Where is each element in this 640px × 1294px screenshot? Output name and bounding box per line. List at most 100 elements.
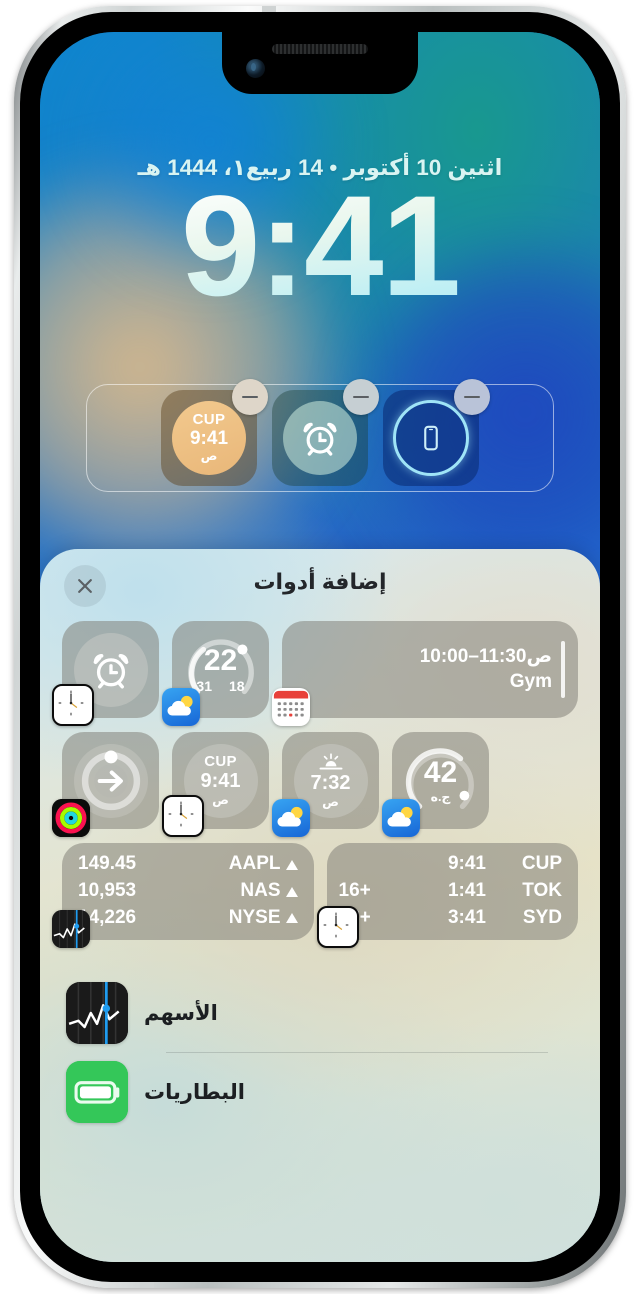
stocks-app-icon [66, 982, 128, 1044]
app-name: البطاريات [144, 1080, 245, 1104]
stock-symbol-group: NAS [240, 878, 298, 905]
remove-widget-button[interactable] [232, 379, 268, 415]
sheet-title: إضافة أدوات [253, 569, 387, 594]
stocks-chart-icon [66, 982, 128, 1044]
widget-card-sunrise[interactable]: 7:32 ص [272, 732, 379, 837]
clock-time: 3:41 [447, 906, 486, 928]
clock-time: 9:41 [447, 853, 486, 875]
table-row: 16+ 1:41 TOK [339, 878, 563, 905]
trend-up-icon [285, 886, 298, 897]
widget-card-alarm[interactable] [52, 621, 159, 726]
table-row: 10,953 NAS [78, 878, 298, 905]
lock-widget-find-my[interactable] [383, 379, 490, 486]
weather-app-icon [382, 799, 420, 837]
temperature-high: 31 [196, 677, 212, 694]
alarm-dial [283, 401, 357, 475]
stock-symbol-group: AAPL [229, 851, 298, 878]
widget-row-2: CUP 9:41 ص 7:32 ص 42 ج.ه [52, 732, 578, 837]
fitness-app-icon [52, 799, 90, 837]
world-clock-time: 9:41 [200, 770, 241, 793]
sunrise-icon [319, 753, 342, 770]
minus-icon [242, 395, 258, 399]
stock-symbol-group: NYSE [229, 905, 298, 932]
front-camera [246, 59, 265, 78]
earpiece-speaker [272, 44, 368, 54]
weather-app-icon [272, 799, 310, 837]
alarm-clock-icon [303, 422, 337, 456]
lock-screen-widget-row[interactable]: CUP 9:41 ص [86, 379, 554, 492]
clock-app-icon [162, 795, 204, 837]
temperature-range: 31 18 [196, 678, 244, 694]
air-quality-value: 42 [423, 755, 458, 789]
lock-widget-alarm[interactable] [272, 379, 379, 486]
clock-time: 1:41 [447, 880, 486, 902]
calendar-event-accent-bar [561, 641, 565, 698]
widget-row-3: 149.45 AAPL 10,953 NAS 14,226 NYSE 9:41 … [52, 843, 579, 948]
stock-value: 10,953 [78, 880, 137, 902]
world-clock-time: 9:41 [189, 428, 229, 450]
weather-sun-cloud-icon [387, 806, 413, 827]
clock-face-icon [57, 689, 85, 717]
air-quality-unit: ج.ه [430, 789, 451, 804]
arrow-right-icon [97, 770, 123, 791]
remove-widget-button[interactable] [454, 379, 490, 415]
table-row: 149.45 AAPL [78, 851, 298, 878]
clock-app-icon [52, 684, 94, 726]
sunrise-time: 7:32 [310, 772, 351, 795]
list-item-batteries[interactable]: البطاريات [66, 1053, 574, 1131]
batteries-app-icon [66, 1061, 128, 1123]
world-clock-city: CUP [204, 752, 237, 770]
world-clock-meridiem: ص [200, 448, 218, 463]
sunrise-meridiem: ص [322, 794, 339, 809]
trend-up-icon [285, 913, 298, 924]
calendar-event-time: 10:00–11:30ص [419, 645, 552, 667]
widget-card-air-quality[interactable]: 42 ج.ه [382, 732, 489, 837]
lock-widget-world-clock[interactable]: CUP 9:41 ص [161, 379, 268, 486]
table-row: 18+ 3:41 SYD [339, 905, 563, 932]
device-bezel: اثنين 10 أكتوبر • 14 ربيع١، 1444 هـ 9:41… [20, 12, 620, 1282]
stocks-chart-icon [52, 910, 90, 948]
world-clock-table: 9:41 CUP 16+ 1:41 TOK 18+ 3:41 [327, 851, 579, 932]
weather-app-icon [162, 688, 200, 726]
calendar-event-text: 10:00–11:30ص Gym [420, 645, 552, 694]
temperature-low: 18 [229, 677, 245, 694]
clock-face-icon [321, 911, 350, 939]
list-item-stocks[interactable]: الأسهم [66, 974, 574, 1052]
clock-app-icon [316, 906, 359, 948]
clock-face-icon [167, 800, 195, 828]
device-notch [222, 32, 418, 94]
widget-app-list: الأسهم البطاريات [40, 974, 600, 1131]
world-clock-meridiem: ص [212, 792, 229, 807]
widget-card-calendar-event[interactable]: 10:00–11:30ص Gym [272, 621, 578, 726]
screenshot-stage: اثنين 10 أكتوبر • 14 ربيع١، 1444 هـ 9:41… [0, 0, 640, 1294]
widget-card-world-clock[interactable]: CUP 9:41 ص [162, 732, 269, 837]
clock-city: CUP [521, 853, 562, 875]
widget-card-stocks[interactable]: 149.45 AAPL 10,953 NAS 14,226 NYSE [52, 843, 314, 948]
remove-widget-button[interactable] [343, 379, 379, 415]
app-name: الأسهم [144, 1001, 218, 1025]
sheet-header: إضافة أدوات [40, 549, 600, 621]
clock-city: TOK [522, 880, 562, 902]
trend-up-icon [285, 859, 298, 870]
widget-row-1: 22 31 18 10:00–11:30ص Gym [52, 621, 578, 726]
world-clock-city: CUP [192, 411, 226, 429]
widget-card-weather-temperature[interactable]: 22 31 18 [162, 621, 269, 726]
widget-suggestion-grid: 22 31 18 10:00–11:30ص Gym CUP 9:41 ص 7:3… [40, 621, 600, 948]
weather-sun-cloud-icon [167, 695, 193, 716]
lock-screen-clock: 9:41 [40, 172, 600, 322]
add-widgets-sheet: إضافة أدوات 22 31 18 10:00–11:30ص Gym CU… [40, 549, 600, 1262]
minus-icon [353, 395, 369, 399]
weather-sun-cloud-icon [277, 806, 303, 827]
widget-card-fitness[interactable] [52, 732, 159, 837]
temperature-value: 22 [203, 643, 238, 677]
stocks-app-icon [52, 910, 90, 948]
table-row: 14,226 NYSE [78, 905, 298, 932]
stocks-table: 149.45 AAPL 10,953 NAS 14,226 NYSE [62, 851, 314, 932]
widget-card-world-clock-list[interactable]: 9:41 CUP 16+ 1:41 TOK 18+ 3:41 [316, 843, 579, 948]
alarm-clock-icon [93, 653, 128, 689]
stock-symbol: AAPL [228, 853, 281, 875]
calendar-grid-icon [273, 690, 309, 724]
stock-symbol: NYSE [228, 906, 281, 928]
find-my-phone-icon [424, 425, 438, 451]
activity-rings-icon [52, 799, 90, 837]
